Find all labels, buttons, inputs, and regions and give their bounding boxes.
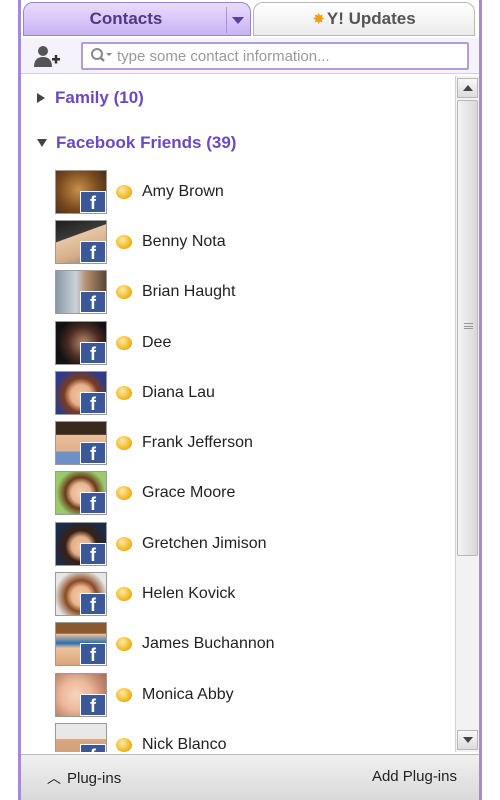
avatar: f bbox=[55, 170, 107, 214]
contact-item[interactable]: f Nick Blanco bbox=[55, 722, 445, 752]
chevron-up-icon: ︿ bbox=[47, 770, 61, 786]
status-online-icon bbox=[116, 688, 132, 702]
contacts-dropdown-button[interactable] bbox=[226, 7, 248, 33]
status-online-icon bbox=[116, 486, 132, 500]
contact-item[interactable]: f Helen Kovick bbox=[55, 571, 445, 617]
contact-item[interactable]: f Gretchen Jimison bbox=[55, 521, 445, 567]
add-contact-button[interactable] bbox=[33, 43, 61, 69]
avatar: f bbox=[55, 471, 107, 515]
facebook-icon: f bbox=[80, 291, 106, 313]
avatar: f bbox=[55, 723, 107, 752]
status-online-icon bbox=[116, 285, 132, 299]
avatar: f bbox=[55, 673, 107, 717]
avatar: f bbox=[55, 270, 107, 314]
sun-icon: ✸ bbox=[312, 11, 325, 28]
contact-item[interactable]: f Brian Haught bbox=[55, 269, 445, 315]
plugins-label: Plug-ins bbox=[67, 769, 122, 787]
arrow-down-icon bbox=[462, 737, 473, 743]
contacts-window: Contacts ✸ Y! Updates type some contact … bbox=[18, 0, 482, 800]
contact-item[interactable]: f Benny Nota bbox=[55, 219, 445, 265]
facebook-icon: f bbox=[80, 543, 106, 565]
tab-contacts[interactable]: Contacts bbox=[23, 2, 251, 36]
scroll-up-button[interactable] bbox=[457, 78, 478, 98]
facebook-icon: f bbox=[80, 241, 106, 263]
avatar: f bbox=[55, 371, 107, 415]
contact-item[interactable]: f Amy Brown bbox=[55, 169, 445, 215]
scroll-down-button[interactable] bbox=[457, 730, 478, 750]
add-plugins-link[interactable]: Add Plug-ins bbox=[372, 768, 457, 785]
contact-name: Dee bbox=[142, 334, 172, 351]
contact-name: Benny Nota bbox=[142, 233, 226, 250]
contact-name: Nick Blanco bbox=[142, 736, 227, 752]
plugins-toggle-button[interactable]: ︿ Plug-ins bbox=[47, 768, 121, 788]
arrow-up-icon bbox=[462, 85, 473, 91]
add-contact-icon bbox=[34, 46, 60, 67]
contact-item[interactable]: f James Buchannon bbox=[55, 621, 445, 667]
avatar: f bbox=[55, 522, 107, 566]
contact-name: Gretchen Jimison bbox=[142, 535, 267, 552]
status-online-icon bbox=[116, 738, 132, 752]
tab-bar: Contacts ✸ Y! Updates bbox=[21, 0, 479, 40]
contact-name: James Buchannon bbox=[142, 635, 275, 652]
contact-name: Monica Abby bbox=[142, 686, 234, 703]
contact-list[interactable]: Family (10) Facebook Friends (39) f Amy … bbox=[21, 76, 455, 752]
group-facebook-friends-label: Facebook Friends (39) bbox=[56, 133, 237, 152]
contact-item[interactable]: f Dee bbox=[55, 320, 445, 366]
facebook-icon: f bbox=[80, 694, 106, 716]
facebook-icon: f bbox=[80, 744, 106, 752]
facebook-icon: f bbox=[80, 392, 106, 414]
expand-arrow-icon bbox=[37, 93, 45, 103]
facebook-icon: f bbox=[80, 442, 106, 464]
facebook-icon: f bbox=[80, 191, 106, 213]
vertical-scrollbar[interactable] bbox=[455, 76, 479, 752]
contact-item[interactable]: f Frank Jefferson bbox=[55, 420, 445, 466]
scroll-thumb[interactable] bbox=[457, 100, 478, 556]
status-online-icon bbox=[116, 185, 132, 199]
contact-item[interactable]: f Grace Moore bbox=[55, 470, 445, 516]
grip-icon bbox=[464, 323, 473, 329]
avatar: f bbox=[55, 321, 107, 365]
status-online-icon bbox=[116, 587, 132, 601]
contact-name: Grace Moore bbox=[142, 484, 236, 501]
status-online-icon bbox=[116, 235, 132, 249]
contact-item[interactable]: f Monica Abby bbox=[55, 672, 445, 718]
search-field[interactable] bbox=[81, 42, 469, 70]
status-online-icon bbox=[116, 386, 132, 400]
search-icon bbox=[91, 48, 112, 62]
contact-name: Amy Brown bbox=[142, 183, 224, 200]
avatar: f bbox=[55, 622, 107, 666]
chevron-down-icon bbox=[231, 16, 244, 24]
search-bar bbox=[21, 38, 479, 74]
contact-name: Brian Haught bbox=[142, 283, 236, 300]
contact-name: Diana Lau bbox=[142, 384, 215, 401]
avatar: f bbox=[55, 572, 107, 616]
plugins-bar: ︿ Plug-ins Add Plug-ins bbox=[21, 754, 479, 800]
contact-item[interactable]: f Diana Lau bbox=[55, 370, 445, 416]
contact-name: Frank Jefferson bbox=[142, 434, 253, 451]
tab-updates-label: Y! Updates bbox=[326, 9, 416, 28]
status-online-icon bbox=[116, 336, 132, 350]
facebook-icon: f bbox=[80, 342, 106, 364]
avatar: f bbox=[55, 421, 107, 465]
contact-name: Helen Kovick bbox=[142, 585, 236, 602]
status-online-icon bbox=[116, 436, 132, 450]
collapse-arrow-icon bbox=[37, 139, 47, 147]
facebook-icon: f bbox=[80, 643, 106, 665]
avatar: f bbox=[55, 220, 107, 264]
tab-contacts-label: Contacts bbox=[89, 9, 163, 28]
group-family[interactable]: Family (10) bbox=[37, 88, 144, 108]
group-family-label: Family (10) bbox=[55, 88, 144, 107]
status-online-icon bbox=[116, 637, 132, 651]
facebook-icon: f bbox=[80, 593, 106, 615]
status-online-icon bbox=[116, 537, 132, 551]
group-facebook-friends[interactable]: Facebook Friends (39) bbox=[37, 133, 236, 153]
facebook-icon: f bbox=[80, 492, 106, 514]
tab-updates[interactable]: ✸ Y! Updates bbox=[253, 2, 475, 36]
search-input[interactable] bbox=[117, 47, 467, 65]
